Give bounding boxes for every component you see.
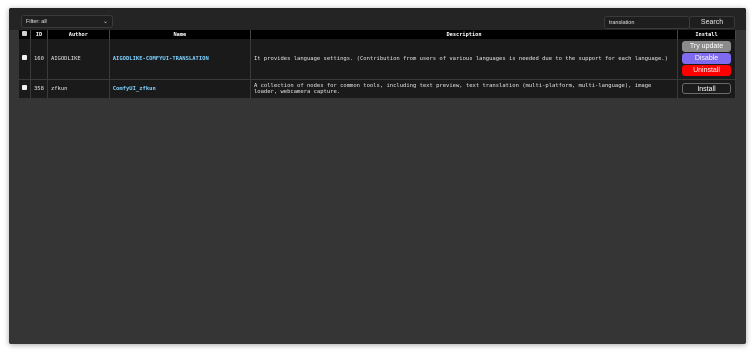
row-description: A collection of nodes for common tools, … [250,79,678,98]
search-button[interactable]: Search [689,16,735,29]
column-header-install[interactable]: Install [677,30,736,39]
row-checkbox[interactable] [19,79,31,98]
table-header-row: ID Author Name Description Install [19,30,736,39]
table-row: 358 zfkun ComfyUI_zfkun A collection of … [19,79,736,98]
select-all-checkbox[interactable] [19,30,31,39]
row-description: It provides language settings. (Contribu… [250,39,678,80]
column-header-author[interactable]: Author [47,30,110,39]
custom-nodes-manager-window: Filter: all ⌄ Search ID Author Name Desc… [9,8,746,344]
chevron-down-icon: ⌄ [102,19,108,25]
row-author: AIGODLIKE [47,39,110,80]
toolbar: Filter: all ⌄ Search [9,8,746,30]
table-row: 160 AIGODLIKE AIGODLIKE-COMFYUI-TRANSLAT… [19,39,736,80]
row-name-link[interactable]: AIGODLIKE-COMFYUI-TRANSLATION [109,39,252,80]
disable-button[interactable]: Disable [682,53,731,64]
row-install-cell: Install [677,79,736,98]
row-name-link[interactable]: ComfyUI_zfkun [109,79,252,98]
row-checkbox[interactable] [19,39,31,80]
row-author: zfkun [47,79,110,98]
nodes-table: ID Author Name Description Install 160 A… [19,30,736,98]
column-header-id[interactable]: ID [30,30,48,39]
filter-select[interactable]: Filter: all ⌄ [21,15,113,28]
filter-label: Filter: all [26,19,47,25]
row-id: 358 [30,79,48,98]
column-header-name[interactable]: Name [109,30,252,39]
column-header-description[interactable]: Description [250,30,678,39]
install-button[interactable]: Install [682,83,731,94]
uninstall-button[interactable]: Uninstall [682,65,731,76]
search-input[interactable] [604,16,690,29]
row-id: 160 [30,39,48,80]
row-install-cell: Try update Disable Uninstall [677,39,736,80]
try-update-button[interactable]: Try update [682,41,731,52]
